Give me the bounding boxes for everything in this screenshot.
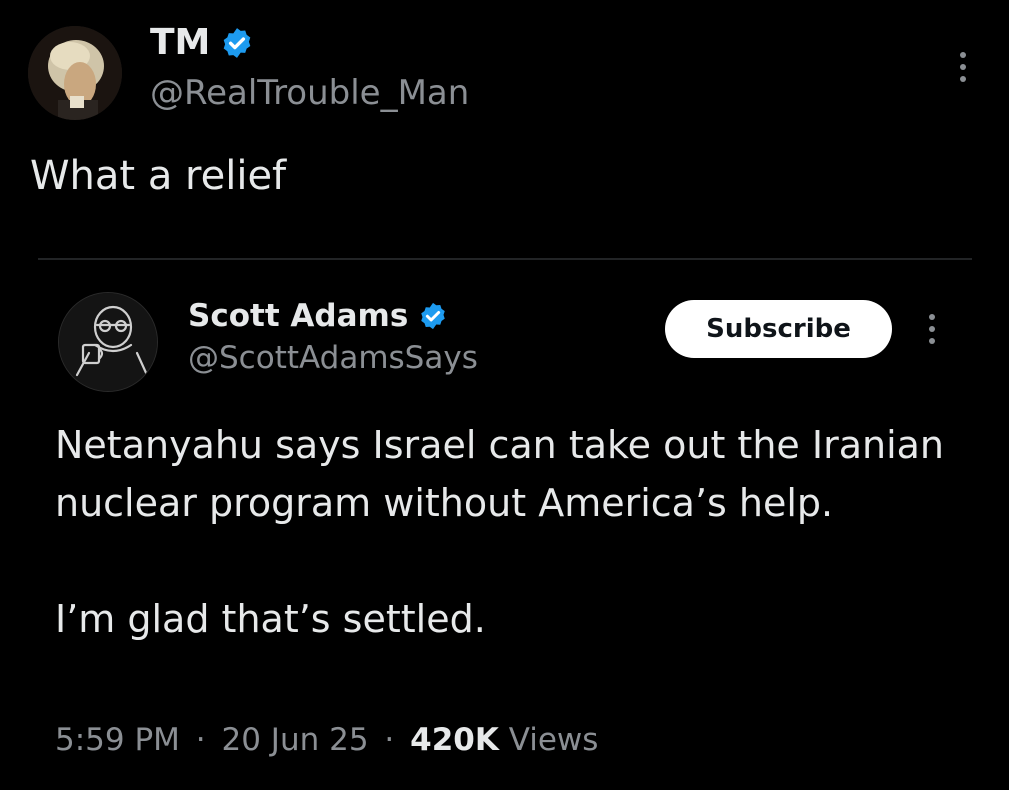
author-handle[interactable]: @RealTrouble_Man [150, 76, 469, 110]
quoted-author-handle[interactable]: @ScottAdamsSays [188, 343, 478, 374]
meta-separator: · [195, 722, 206, 758]
views-label: Views [508, 722, 599, 758]
quoted-author-display-name[interactable]: Scott Adams [188, 300, 408, 332]
verified-badge-icon [421, 302, 446, 330]
quoted-post-paragraph: Netanyahu says Israel can take out the I… [55, 423, 944, 525]
author-avatar[interactable] [28, 26, 122, 120]
quoted-post-body: Netanyahu says Israel can take out the I… [55, 416, 975, 648]
post-date[interactable]: 20 Jun 25 [222, 722, 369, 758]
quoted-post-paragraph: I’m glad that’s settled. [55, 597, 486, 641]
portrait-avatar-image [28, 26, 122, 120]
verified-badge-icon [224, 28, 251, 58]
post-metadata: 5:59 PM · 20 Jun 25 · 420K Views [55, 722, 598, 759]
more-vertical-icon[interactable] [952, 50, 974, 84]
more-vertical-icon[interactable] [922, 312, 942, 346]
views-count: 420K [410, 722, 499, 758]
meta-separator: · [384, 722, 395, 758]
quote-divider [38, 258, 972, 260]
line-drawing-avatar-image [59, 293, 157, 391]
subscribe-button[interactable]: Subscribe [665, 300, 892, 358]
post-text: What a relief [30, 153, 287, 199]
author-name-row[interactable]: TM [150, 20, 254, 66]
quoted-author-avatar[interactable] [58, 292, 158, 392]
quoted-author-name-row[interactable]: Scott Adams [188, 296, 448, 336]
author-display-name[interactable]: TM [150, 25, 210, 61]
post-time[interactable]: 5:59 PM [55, 722, 180, 758]
